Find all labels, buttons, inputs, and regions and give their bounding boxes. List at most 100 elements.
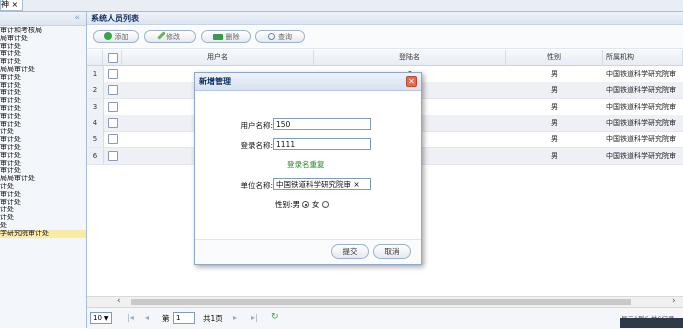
sidebar-item[interactable]: 审计处 xyxy=(0,121,86,129)
next-page-icon[interactable]: ▸ xyxy=(233,313,237,322)
sidebar-item[interactable]: 审计处 xyxy=(0,199,86,207)
sidebar-item[interactable]: 审计处 xyxy=(0,50,86,58)
sidebar-item[interactable]: 审计处 xyxy=(0,58,86,66)
first-page-icon[interactable]: |◂ xyxy=(127,313,134,322)
row-checkbox[interactable] xyxy=(108,69,118,79)
sidebar-item[interactable]: 审计处 xyxy=(0,136,86,144)
add-user-dialog: 新增管理 ✕ 用户名称: 150 登录名称: 1111 登录名重复 单位名称: … xyxy=(194,72,422,265)
sidebar-item[interactable]: 审计处 xyxy=(0,191,86,199)
gender-cell: 男 xyxy=(551,86,558,95)
gender-label: 性别: xyxy=(275,200,293,209)
submit-button[interactable]: 提交 xyxy=(331,244,369,259)
add-icon xyxy=(103,32,112,40)
add-label: 添加 xyxy=(114,33,129,41)
close-icon[interactable]: ✕ xyxy=(406,76,417,87)
row-checkbox[interactable] xyxy=(108,150,118,161)
sidebar-item[interactable]: 审计和考核局 xyxy=(0,27,86,35)
username-input[interactable]: 150 xyxy=(273,118,371,130)
unit-label: 单位名称: xyxy=(240,181,273,190)
row-number: 5 xyxy=(87,131,104,148)
sidebar-item[interactable]: 审计处 xyxy=(0,152,86,160)
cancel-button[interactable]: 取消 xyxy=(373,244,411,259)
sidebar-item[interactable]: 审计处 xyxy=(0,82,86,90)
page-label: 第 xyxy=(162,314,170,323)
org-cell: 中国铁道科学研究院审 xyxy=(606,151,676,160)
login-duplicate-hint: 登录名重复 xyxy=(287,160,325,169)
sidebar-item[interactable]: 审计处 xyxy=(0,105,86,113)
select-all-header[interactable] xyxy=(103,50,122,65)
sidebar-item[interactable]: 审计处 xyxy=(0,89,86,97)
row-checkbox[interactable] xyxy=(108,101,118,112)
col-org[interactable]: 所属机构 xyxy=(603,50,683,65)
col-login[interactable]: 登陆名 xyxy=(314,50,506,65)
row-checkbox[interactable] xyxy=(108,134,118,145)
gender-cell: 男 xyxy=(551,70,558,78)
delete-button[interactable]: 删除 xyxy=(201,30,251,43)
org-tree: 审计和考核局 局审计处 审计处 审计处 审计处 局局审计处 审计处 审计处 审计处 审计处 审计处审… xyxy=(0,27,86,238)
sidebar-item[interactable]: 审计处 xyxy=(0,74,86,82)
taskbar-fragment xyxy=(620,318,683,328)
scroll-left-icon[interactable]: ‹ xyxy=(117,296,121,306)
scroll-right-icon[interactable]: › xyxy=(672,296,676,306)
page-size-value: 10 xyxy=(93,314,102,322)
horizontal-scrollbar[interactable]: ‹ › xyxy=(87,296,683,307)
sidebar-item[interactable]: 计处 xyxy=(0,128,86,136)
prev-page-icon[interactable]: ◂ xyxy=(145,313,149,322)
sidebar-item[interactable]: 审计处 xyxy=(0,167,86,175)
page-number-input[interactable]: 1 xyxy=(173,312,195,324)
username-label: 用户名称: xyxy=(240,121,273,130)
row-number: 2 xyxy=(87,82,104,99)
row-checkbox[interactable] xyxy=(108,117,118,128)
panel-title: 系统人员列表 xyxy=(87,12,683,25)
tab-current[interactable]: 神 × xyxy=(0,0,24,11)
row-checkbox[interactable] xyxy=(108,85,118,96)
rownum-header xyxy=(87,50,103,65)
edit-button[interactable]: 修改 xyxy=(144,30,196,43)
sidebar-header: « xyxy=(0,12,86,26)
gender-cell: 男 xyxy=(551,135,558,144)
last-page-icon[interactable]: ▸| xyxy=(251,313,258,322)
row-number: 3 xyxy=(87,98,104,115)
sidebar-item[interactable]: 计处 xyxy=(0,214,86,222)
login-label: 登录名称: xyxy=(240,141,273,150)
select-all-checkbox[interactable] xyxy=(108,53,118,63)
gender-group: 性别:男 女 xyxy=(275,199,329,210)
col-gender[interactable]: 性别 xyxy=(506,50,603,65)
collapse-icon[interactable]: « xyxy=(74,13,80,23)
toolbar: 添加 修改 删除 查询 xyxy=(87,26,683,49)
sidebar-item[interactable]: 审计处 xyxy=(0,144,86,152)
gender-cell: 男 xyxy=(551,102,558,111)
sidebar-item[interactable]: 局审计处 xyxy=(0,35,86,43)
delete-label: 删除 xyxy=(225,33,240,41)
pencil-icon xyxy=(157,31,166,40)
unit-select[interactable]: 中国铁道科学研究院审 × xyxy=(273,178,371,190)
search-icon xyxy=(268,33,275,40)
sidebar-item[interactable]: 局局审计处 xyxy=(0,175,86,183)
sidebar-item[interactable]: 审计处 xyxy=(0,97,86,105)
sidebar-item[interactable]: 审计处 xyxy=(0,160,86,168)
org-cell: 中国铁道科学研究院审 xyxy=(606,118,676,127)
row-number: 6 xyxy=(87,147,104,164)
dialog-title: 新增管理 xyxy=(199,77,231,86)
grid-header: 用户名 登陆名 性别 所属机构 xyxy=(87,50,683,66)
sidebar-item[interactable]: 审计处 xyxy=(0,113,86,121)
login-input[interactable]: 1111 xyxy=(273,138,371,150)
gender-female-radio[interactable] xyxy=(321,201,329,208)
col-username[interactable]: 用户名 xyxy=(122,50,314,65)
gender-male-radio[interactable] xyxy=(302,201,310,208)
gender-female-label: 女 xyxy=(311,200,320,209)
refresh-icon[interactable]: ↻ xyxy=(271,312,279,322)
sidebar-item[interactable]: 审计处 xyxy=(0,43,86,51)
sidebar-item[interactable]: 局局审计处 xyxy=(0,66,86,74)
scroll-thumb[interactable] xyxy=(131,299,631,305)
gender-cell: 男 xyxy=(551,151,558,160)
org-cell: 中国铁道科学研究院审 xyxy=(606,102,676,111)
sidebar-item[interactable]: 计处 xyxy=(0,183,86,191)
add-button[interactable]: 添加 xyxy=(93,30,139,43)
query-button[interactable]: 查询 xyxy=(255,30,305,43)
sidebar-item[interactable]: 计处 xyxy=(0,206,86,214)
org-cell: 中国铁道科学研究院审 xyxy=(606,135,676,144)
page-size-select[interactable]: 10 ▼ xyxy=(90,312,112,324)
sidebar-item[interactable]: 学研究院审计处 xyxy=(0,229,86,238)
sidebar-item[interactable]: 处 xyxy=(0,222,86,230)
